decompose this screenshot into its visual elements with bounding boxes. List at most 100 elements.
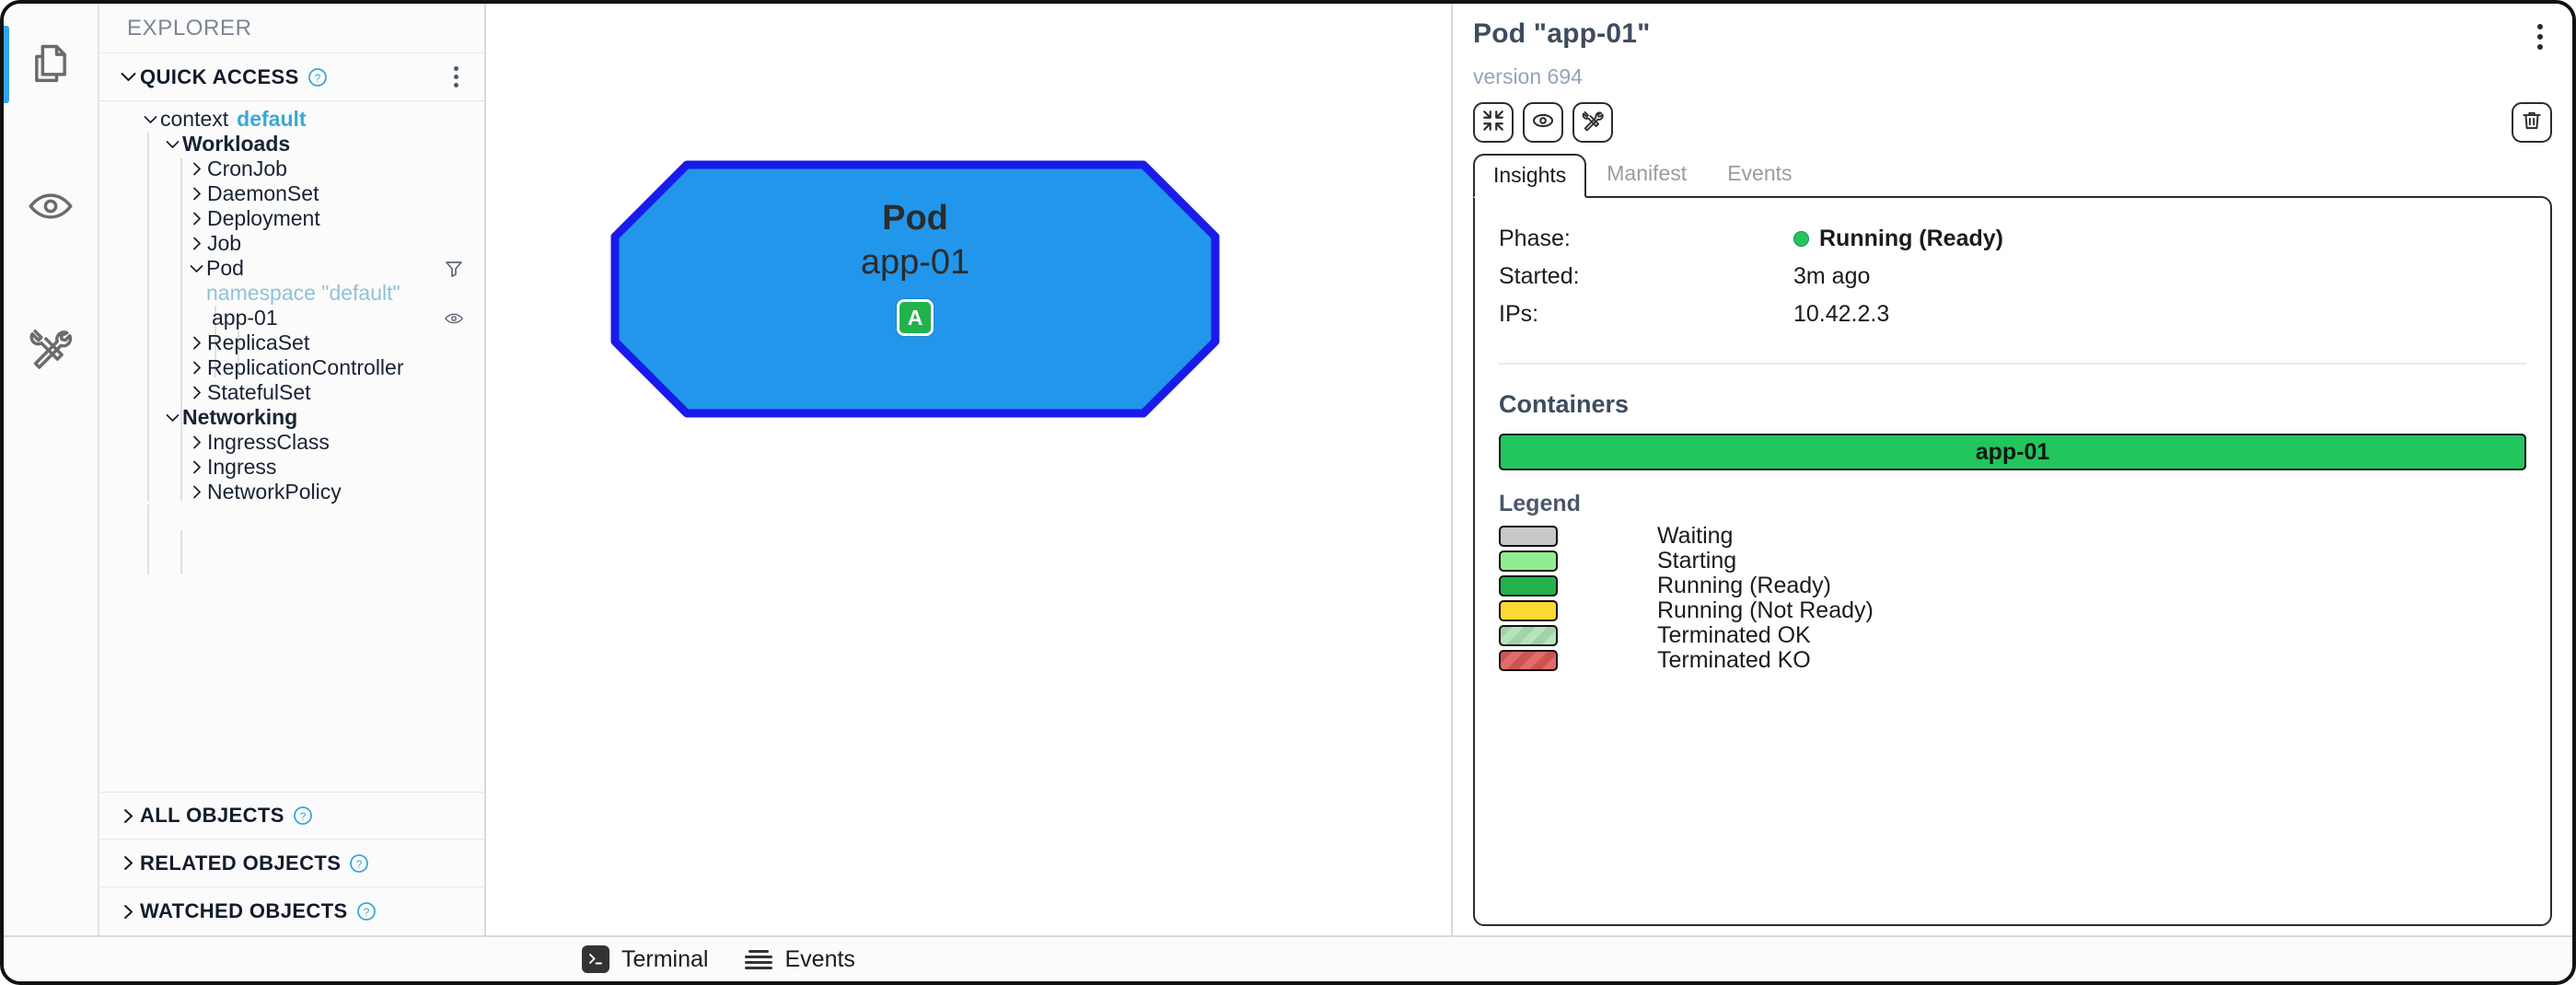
tree-item-ingressclass[interactable]: IngressClass [99, 430, 484, 455]
legend-swatch-running-ready [1499, 575, 1558, 597]
tree-item-workloads[interactable]: Workloads [99, 132, 484, 156]
tree-item-app-01[interactable]: app-01 [99, 306, 484, 330]
svg-text:?: ? [314, 72, 320, 85]
eye-icon[interactable] [444, 308, 484, 329]
status-dot-icon [1793, 231, 1809, 247]
section-quick-access[interactable]: QUICK ACCESS ? [99, 53, 484, 101]
octagon-shape-icon [610, 160, 1220, 418]
tree-item-networkpolicy[interactable]: NetworkPolicy [99, 480, 484, 504]
tab-insights[interactable]: Insights [1473, 154, 1587, 198]
tree-item-namespace[interactable]: namespace "default" [99, 281, 484, 306]
legend-item: Running (Not Ready) [1499, 597, 2526, 623]
tree-item-context[interactable]: context default [99, 107, 484, 132]
field-key: IPs: [1499, 301, 1539, 327]
tab-manifest[interactable]: Manifest [1586, 152, 1707, 196]
section-watched-objects[interactable]: WATCHED OBJECTS ? [99, 887, 484, 935]
field-ips: IPs: 10.42.2.3 [1499, 296, 2526, 333]
field-key: Phase: [1499, 226, 1571, 251]
legend-item: Waiting [1499, 523, 2526, 549]
chevron-right-icon [187, 336, 207, 350]
legend-swatch-waiting [1499, 526, 1558, 547]
chevron-right-icon [187, 435, 207, 449]
section-label-related-objects: RELATED OBJECTS [140, 851, 342, 875]
chevron-right-icon [187, 460, 207, 474]
container-bar-app-01[interactable]: app-01 [1499, 434, 2526, 470]
tools-icon [27, 324, 75, 372]
tree-label: app-01 [212, 306, 278, 330]
legend-item: Starting [1499, 548, 2526, 574]
tree-item-pod[interactable]: Pod [99, 256, 484, 281]
tree-label: ReplicaSet [207, 330, 310, 354]
help-icon[interactable]: ? [356, 901, 377, 921]
quick-access-menu-icon[interactable] [448, 61, 464, 93]
graph-canvas[interactable]: Pod app-01 A [486, 4, 1451, 935]
tree-label: NetworkPolicy [207, 480, 342, 504]
field-value: 3m ago [1793, 263, 1871, 289]
field-key: Started: [1499, 263, 1580, 289]
detail-header: Pod "app-01" [1473, 18, 2552, 55]
tree-item-networking[interactable]: Networking [99, 405, 484, 430]
collapse-button[interactable] [1473, 102, 1514, 143]
svg-text:?: ? [356, 858, 363, 871]
legend-item: Terminated KO [1499, 647, 2526, 673]
chevron-right-icon [116, 904, 140, 920]
tools-button[interactable] [1572, 102, 1613, 143]
explorer-title: EXPLORER [99, 4, 484, 53]
filter-icon[interactable] [444, 259, 484, 279]
help-icon[interactable]: ? [293, 805, 313, 826]
page-title: Pod "app-01" [1473, 18, 1651, 49]
rail-item-documents[interactable] [4, 17, 99, 112]
chevron-down-icon [116, 72, 140, 82]
section-label-all-objects: ALL OBJECTS [140, 804, 284, 827]
version-label: version 694 [1473, 64, 1583, 88]
terminal-icon [582, 945, 609, 973]
legend-label: Running (Not Ready) [1657, 597, 1874, 623]
chevron-down-icon [186, 264, 206, 273]
tree-label: Deployment [207, 206, 320, 230]
legend-swatch-starting [1499, 550, 1558, 572]
detail-tabs: Insights Manifest Events [1473, 154, 2552, 198]
bottom-bar-label: Terminal [621, 945, 709, 972]
tree-item-statefulset[interactable]: StatefulSet [99, 380, 484, 405]
chevron-right-icon [187, 386, 207, 400]
legend-label: Waiting [1657, 523, 1734, 549]
watch-button[interactable] [1523, 102, 1563, 143]
legend-label: Running (Ready) [1657, 573, 1831, 598]
resource-tree: context default Workloads CronJob Daemon… [99, 101, 484, 792]
insights-fields: Phase: Running (Ready) Started: 3m ago I… [1499, 220, 2526, 333]
containers-heading: Containers [1499, 390, 1630, 418]
tree-item-deployment[interactable]: Deployment [99, 206, 484, 231]
section-divider [1499, 363, 2526, 365]
stack-icon [745, 949, 773, 969]
rail-item-watch[interactable] [4, 158, 99, 254]
insights-panel: Phase: Running (Ready) Started: 3m ago I… [1473, 196, 2552, 926]
tree-context-value: default [237, 107, 307, 131]
tree-item-job[interactable]: Job [99, 231, 484, 256]
tree-item-daemonset[interactable]: DaemonSet [99, 181, 484, 206]
bottom-bar-terminal[interactable]: Terminal [582, 945, 708, 973]
tree-item-replicaset[interactable]: ReplicaSet [99, 330, 484, 355]
tree-item-replicationcontroller[interactable]: ReplicationController [99, 355, 484, 380]
graph-node-pod[interactable]: Pod app-01 A [606, 156, 1224, 423]
legend-swatch-terminated-ok [1499, 625, 1558, 646]
tree-item-cronjob[interactable]: CronJob [99, 156, 484, 181]
tab-events[interactable]: Events [1707, 152, 1812, 196]
section-all-objects[interactable]: ALL OBJECTS ? [99, 792, 484, 840]
tree-guide [180, 530, 182, 574]
bottom-bar-events[interactable]: Events [745, 946, 855, 973]
legend-label: Terminated OK [1657, 622, 1811, 648]
help-icon[interactable]: ? [307, 67, 328, 87]
field-value-wrap: Running (Ready) [1793, 226, 2003, 252]
section-related-objects[interactable]: RELATED OBJECTS ? [99, 840, 484, 887]
tree-item-ingress[interactable]: Ingress [99, 455, 484, 480]
tree-label: IngressClass [207, 430, 330, 454]
explorer-sidebar: EXPLORER QUICK ACCESS ? context default … [99, 4, 486, 935]
help-icon[interactable]: ? [349, 853, 369, 874]
rail-item-tools[interactable] [4, 300, 99, 396]
activity-bar [4, 4, 99, 935]
tree-label: Workloads [182, 132, 291, 156]
kebab-menu-icon[interactable] [2528, 18, 2552, 55]
delete-button[interactable] [2512, 102, 2552, 143]
watch-eye-icon [1531, 109, 1555, 137]
field-value: 10.42.2.3 [1793, 301, 1890, 327]
